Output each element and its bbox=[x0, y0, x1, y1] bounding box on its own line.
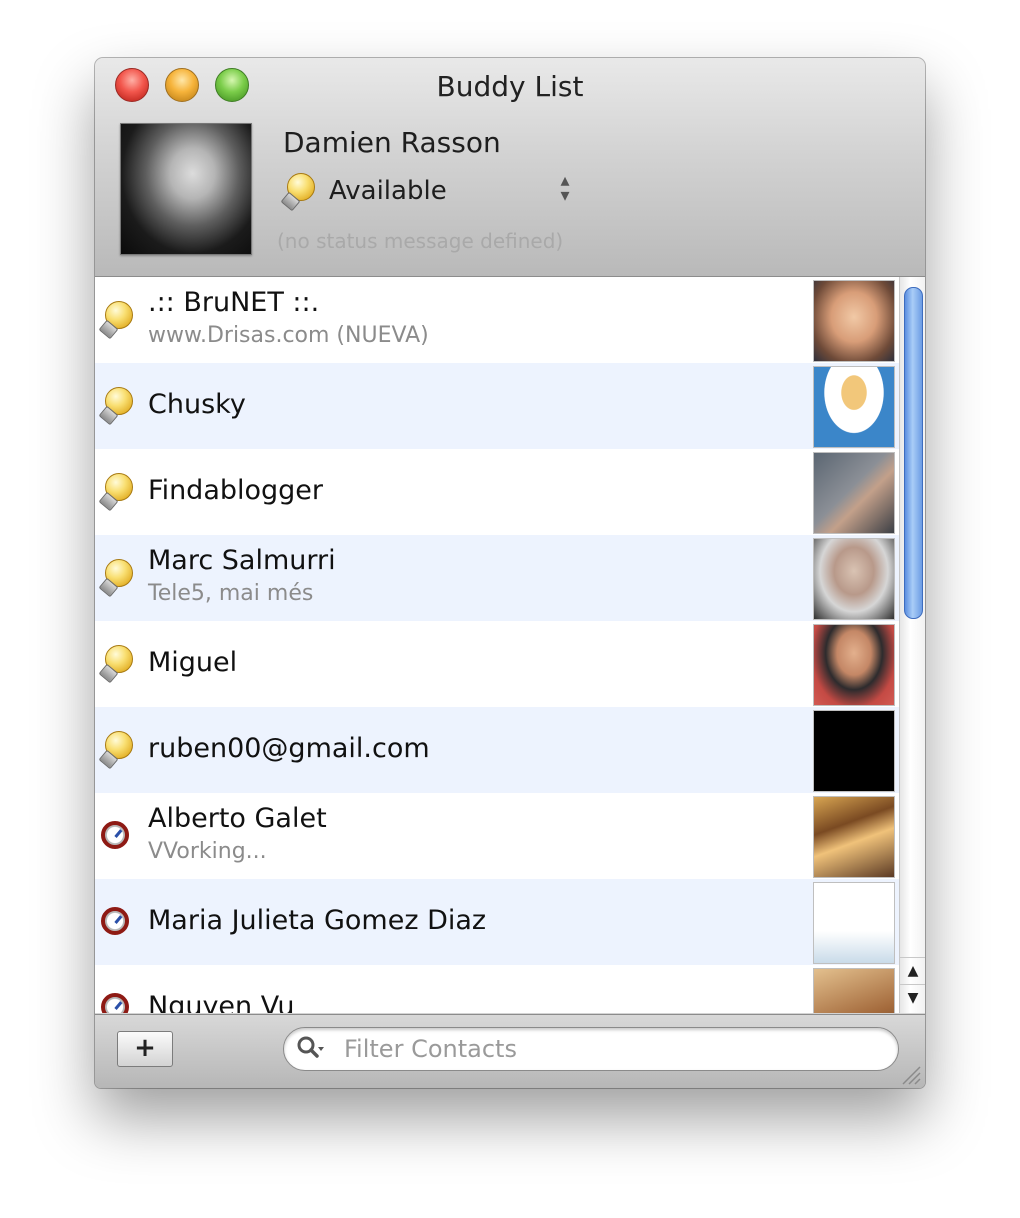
bottom-toolbar: + bbox=[95, 1014, 925, 1088]
lightbulb-icon bbox=[280, 173, 315, 212]
status-message[interactable]: (no status message defined) bbox=[277, 229, 563, 253]
contact-row[interactable]: Findablogger bbox=[95, 449, 925, 535]
contact-list: .:: BruNET ::.www.Drisas.com (NUEVA)Chus… bbox=[95, 277, 925, 1013]
contact-avatar bbox=[813, 710, 895, 792]
contact-row[interactable]: Marc Salmurri Tele5, mai més bbox=[95, 535, 925, 621]
contact-name: Miguel bbox=[148, 647, 238, 678]
contact-row[interactable]: Chusky bbox=[95, 363, 925, 449]
filter-field[interactable] bbox=[283, 1027, 899, 1071]
contact-avatar bbox=[813, 452, 895, 534]
contact-name: Findablogger bbox=[148, 475, 324, 506]
status-selector[interactable]: Available ▴ ▾ bbox=[280, 170, 583, 213]
contact-avatar bbox=[813, 538, 895, 620]
contact-avatar bbox=[813, 366, 895, 448]
updown-arrows-icon: ▴ ▾ bbox=[560, 170, 570, 206]
scroll-up-icon[interactable]: ▲ bbox=[900, 957, 925, 984]
contact-avatar bbox=[813, 882, 895, 964]
contact-row[interactable]: Miguel bbox=[95, 621, 925, 707]
contact-name: Alberto Galet bbox=[148, 803, 327, 834]
contact-row[interactable]: .:: BruNET ::.www.Drisas.com (NUEVA) bbox=[95, 277, 925, 363]
contact-avatar bbox=[813, 968, 895, 1013]
contact-avatar bbox=[813, 624, 895, 706]
contact-name: .:: BruNET ::. bbox=[148, 287, 320, 318]
filter-input[interactable] bbox=[342, 1031, 876, 1067]
buddy-list-window: Buddy List Damien Rasson Available ▴ ▾ (n… bbox=[95, 58, 925, 1088]
add-contact-button[interactable]: + bbox=[117, 1031, 173, 1067]
vertical-scrollbar[interactable]: ▲ ▼ bbox=[899, 277, 925, 1013]
my-avatar[interactable] bbox=[120, 123, 252, 255]
scrollbar-thumb[interactable] bbox=[904, 287, 923, 619]
window-header: Buddy List Damien Rasson Available ▴ ▾ (n… bbox=[95, 58, 925, 277]
contact-status-text: VVorking... bbox=[148, 839, 267, 864]
status-label: Available bbox=[329, 176, 447, 206]
contact-row[interactable]: Alberto Galet VVorking... bbox=[95, 793, 925, 879]
window-title: Buddy List bbox=[436, 70, 584, 103]
scroll-down-icon[interactable]: ▼ bbox=[900, 984, 925, 1011]
contact-name: Marc Salmurri bbox=[148, 545, 336, 576]
contact-status-text: Tele5, mai més bbox=[148, 581, 314, 606]
contact-avatar bbox=[813, 796, 895, 878]
contact-row[interactable]: Maria Julieta Gomez Diaz bbox=[95, 879, 925, 965]
contact-avatar bbox=[813, 280, 895, 362]
resize-grip-icon[interactable] bbox=[899, 1063, 921, 1085]
account-name[interactable]: Damien Rasson bbox=[283, 126, 501, 159]
contact-status-text: www.Drisas.com (NUEVA) bbox=[148, 323, 429, 348]
contact-row[interactable]: ruben00@gmail.com bbox=[95, 707, 925, 793]
contact-name: Chusky bbox=[148, 389, 246, 420]
contact-row[interactable]: Nguyen Vu bbox=[95, 965, 925, 1013]
contact-name: ruben00@gmail.com bbox=[148, 733, 430, 764]
search-icon[interactable] bbox=[296, 1035, 324, 1063]
contact-name: Maria Julieta Gomez Diaz bbox=[148, 905, 487, 936]
contact-name: Nguyen Vu bbox=[148, 991, 295, 1013]
